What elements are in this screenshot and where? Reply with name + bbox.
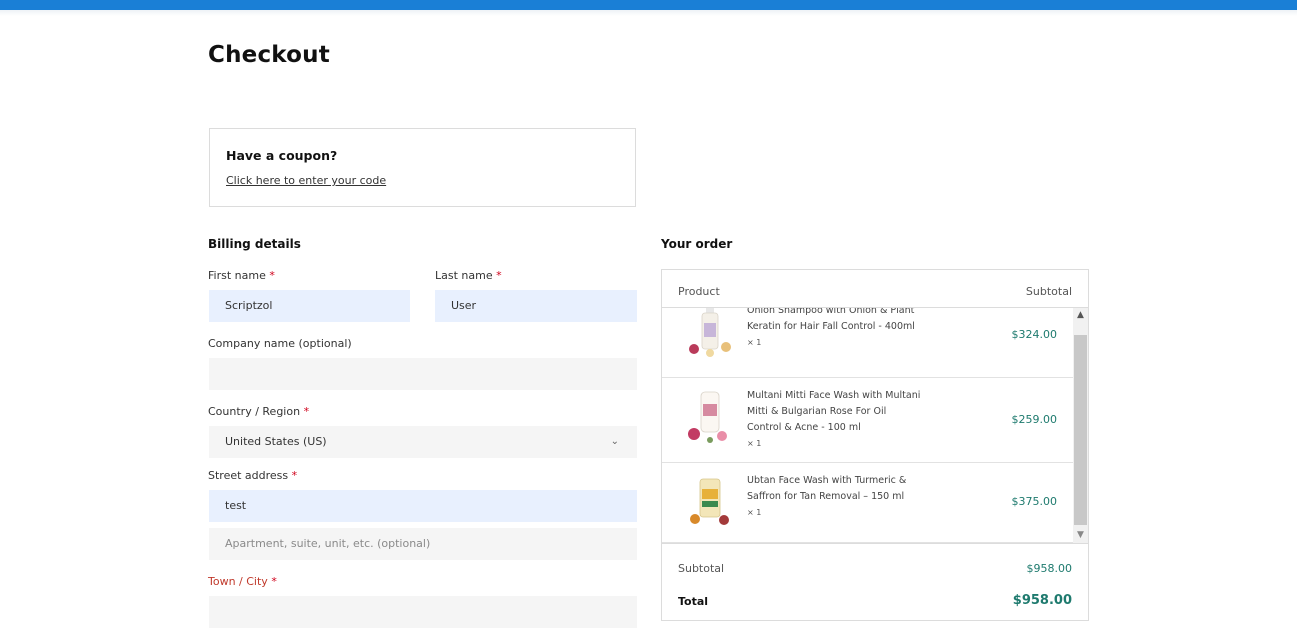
required-mark: * bbox=[303, 405, 310, 418]
subtotal-label: Subtotal bbox=[678, 562, 725, 575]
first-name-label: First name * bbox=[208, 269, 275, 282]
product-name: Ubtan Face Wash with Turmeric & Saffron … bbox=[747, 475, 907, 502]
scrollbar-thumb[interactable] bbox=[1074, 335, 1087, 525]
top-accent-bar bbox=[0, 0, 1297, 10]
product-thumbnail bbox=[688, 391, 727, 443]
order-items-scroll-area[interactable]: Onion Shampoo with Onion & Plant Keratin… bbox=[662, 308, 1088, 543]
country-select-value: United States (US) bbox=[225, 435, 327, 448]
header-shadow bbox=[0, 10, 1297, 16]
first-name-field[interactable]: Scriptzol bbox=[209, 290, 410, 322]
product-name-block: Ubtan Face Wash with Turmeric & Saffron … bbox=[747, 473, 922, 521]
product-name: Onion Shampoo with Onion & Plant Keratin… bbox=[747, 308, 915, 332]
company-field[interactable] bbox=[209, 358, 637, 390]
product-quantity: × 1 bbox=[747, 439, 762, 448]
coupon-title: Have a coupon? bbox=[226, 148, 338, 163]
product-thumbnail bbox=[689, 308, 731, 357]
total-label: Total bbox=[678, 595, 709, 608]
country-label-text: Country / Region bbox=[208, 405, 301, 418]
order-items-scrollbar[interactable]: ▲ ▼ bbox=[1073, 308, 1088, 543]
product-price: $259.00 bbox=[1011, 413, 1058, 426]
last-name-label: Last name * bbox=[435, 269, 502, 282]
page-title: Checkout bbox=[208, 42, 330, 68]
chevron-down-icon: ⌄ bbox=[610, 436, 619, 447]
product-price: $375.00 bbox=[1011, 495, 1058, 508]
required-mark: * bbox=[496, 269, 502, 282]
company-label: Company name (optional) bbox=[208, 337, 352, 350]
order-table-header: Product Subtotal bbox=[662, 270, 1088, 308]
product-quantity: × 1 bbox=[747, 338, 762, 347]
product-name: Multani Mitti Face Wash with Multani Mit… bbox=[747, 390, 921, 433]
arrow-up-icon[interactable]: ▲ bbox=[1073, 308, 1088, 323]
first-name-label-text: First name bbox=[208, 269, 266, 282]
order-item: Ubtan Face Wash with Turmeric & Saffron … bbox=[662, 463, 1073, 543]
product-quantity: × 1 bbox=[747, 508, 762, 517]
product-name-block: Multani Mitti Face Wash with Multani Mit… bbox=[747, 388, 922, 452]
total-value: $958.00 bbox=[1012, 593, 1072, 608]
coupon-link[interactable]: Click here to enter your code bbox=[226, 174, 386, 187]
arrow-down-icon[interactable]: ▼ bbox=[1073, 528, 1088, 543]
city-field[interactable] bbox=[209, 596, 637, 628]
street-address-field[interactable]: test bbox=[209, 490, 637, 522]
required-mark: * bbox=[291, 469, 298, 482]
street-label: Street address * bbox=[208, 469, 297, 482]
street-label-text: Street address bbox=[208, 469, 289, 482]
order-review-table: Product Subtotal Onion Shampoo with Onio… bbox=[661, 269, 1089, 621]
product-price: $324.00 bbox=[1011, 328, 1058, 341]
city-label: Town / City * bbox=[208, 575, 277, 588]
apartment-field[interactable]: Apartment, suite, unit, etc. (optional) bbox=[209, 528, 637, 560]
product-thumbnail bbox=[690, 478, 729, 525]
subtotal-column-header: Subtotal bbox=[1025, 285, 1072, 298]
last-name-label-text: Last name bbox=[435, 269, 493, 282]
your-order-title: Your order bbox=[661, 237, 733, 251]
coupon-box: Have a coupon? Click here to enter your … bbox=[209, 128, 636, 207]
required-mark: * bbox=[269, 269, 275, 282]
order-item: Onion Shampoo with Onion & Plant Keratin… bbox=[662, 308, 1073, 378]
country-label: Country / Region * bbox=[208, 405, 309, 418]
subtotal-value: $958.00 bbox=[1026, 562, 1073, 575]
product-column-header: Product bbox=[678, 285, 720, 298]
billing-details-title: Billing details bbox=[208, 237, 301, 251]
country-select[interactable]: United States (US) ⌄ bbox=[209, 426, 637, 458]
last-name-field[interactable]: User bbox=[435, 290, 637, 322]
product-name-block: Onion Shampoo with Onion & Plant Keratin… bbox=[747, 308, 922, 351]
order-totals: Subtotal $958.00 Total $958.00 bbox=[662, 543, 1088, 620]
order-item: Multani Mitti Face Wash with Multani Mit… bbox=[662, 378, 1073, 463]
required-mark: * bbox=[271, 575, 277, 588]
city-label-text: Town / City bbox=[208, 575, 268, 588]
